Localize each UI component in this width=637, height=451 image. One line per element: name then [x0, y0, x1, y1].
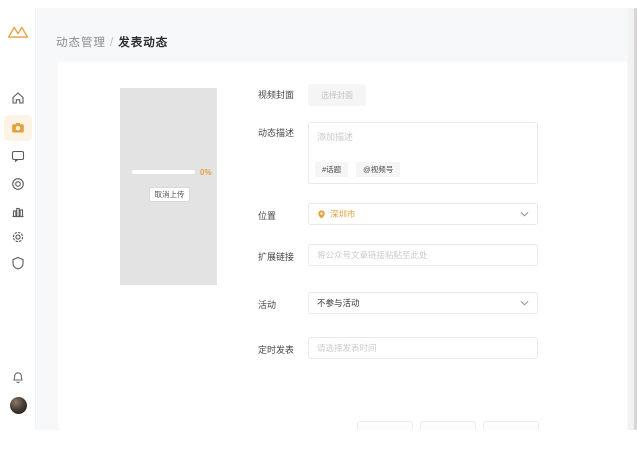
location-pin-icon	[318, 209, 325, 219]
comment-icon	[11, 150, 25, 163]
description-input[interactable]	[309, 123, 537, 157]
sidebar-item-settings[interactable]	[11, 230, 25, 244]
sidebar-item-statistics[interactable]	[11, 204, 25, 218]
description-box: #话题 @视频号	[308, 122, 538, 184]
sidebar-item-live[interactable]	[11, 177, 25, 191]
sidebar	[0, 8, 36, 430]
page-title: 发表动态	[118, 37, 169, 49]
upload-progress-label: 0%	[200, 167, 212, 177]
location-select[interactable]: 深圳市	[308, 203, 538, 225]
location-label: 位置	[258, 211, 277, 221]
main-area: 动态管理 /发表动态 0% 取消上传 视频封面 选择封面 动态描述 #话题 @视频…	[36, 8, 637, 430]
page-scrollbar[interactable]	[628, 8, 637, 430]
stats-icon	[12, 207, 24, 218]
location-value: 深圳市	[330, 209, 356, 219]
cancel-upload-button[interactable]: 取消上传	[149, 187, 190, 202]
bell-icon	[13, 372, 23, 384]
chevron-down-icon	[520, 211, 529, 217]
activity-value: 不参与活动	[317, 298, 360, 308]
shield-icon	[12, 256, 24, 270]
breadcrumb: 动态管理 / 发表动态	[56, 34, 168, 50]
select-cover-button[interactable]: 选择封面	[308, 84, 366, 106]
upload-progress-bar	[132, 170, 195, 174]
add-topic-button[interactable]: #话题	[315, 162, 349, 177]
link-field	[308, 244, 538, 266]
form-actions	[357, 421, 539, 430]
schedule-input[interactable]	[317, 343, 529, 353]
breadcrumb-separator: /	[110, 37, 115, 49]
sidebar-item-content[interactable]	[11, 121, 25, 135]
chevron-down-icon	[520, 300, 529, 306]
schedule-field	[308, 337, 538, 359]
breadcrumb-section[interactable]: 动态管理	[56, 37, 106, 49]
upload-progress: 0%	[132, 167, 217, 177]
app-window: 动态管理 /发表动态 0% 取消上传 视频封面 选择封面 动态描述 #话题 @视频…	[0, 0, 637, 451]
description-label: 动态描述	[258, 128, 295, 138]
activity-label: 活动	[258, 300, 277, 310]
record-icon	[12, 178, 24, 190]
description-tools: #话题 @视频号	[315, 162, 401, 177]
link-label: 扩展链接	[258, 252, 295, 262]
home-icon	[12, 92, 24, 104]
notifications-button[interactable]	[11, 370, 25, 384]
action-button-2[interactable]	[420, 421, 476, 430]
user-avatar[interactable]	[10, 397, 27, 414]
action-button-1[interactable]	[357, 421, 413, 430]
link-input[interactable]	[317, 250, 529, 260]
camera-icon	[12, 123, 24, 133]
settings-icon	[12, 231, 24, 243]
action-button-3[interactable]	[483, 421, 539, 430]
publish-form-card: 0% 取消上传 视频封面 选择封面 动态描述 #话题 @视频号 位置	[58, 62, 627, 430]
sidebar-item-home[interactable]	[11, 91, 25, 105]
channels-logo	[7, 21, 29, 43]
schedule-label: 定时发表	[258, 345, 295, 355]
mention-channel-button[interactable]: @视频号	[356, 162, 401, 177]
cover-label: 视频封面	[258, 90, 295, 100]
sidebar-item-comments[interactable]	[11, 149, 25, 163]
sidebar-item-security[interactable]	[11, 256, 25, 270]
video-upload-preview: 0% 取消上传	[120, 88, 217, 285]
activity-select[interactable]: 不参与活动	[308, 292, 538, 314]
